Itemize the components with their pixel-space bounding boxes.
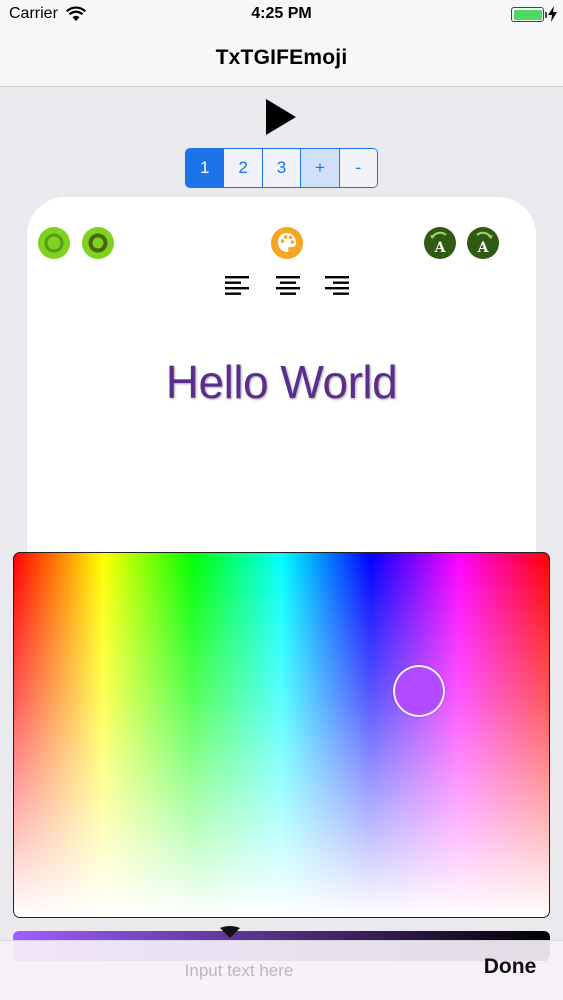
brightness-slider-thumb[interactable]	[220, 926, 240, 938]
add-segment-button[interactable]: +	[301, 149, 340, 187]
battery-icon	[511, 7, 547, 22]
svg-text:A: A	[434, 240, 447, 256]
svg-text:A: A	[477, 240, 490, 256]
palette-icon[interactable]	[270, 226, 304, 260]
play-icon[interactable]	[263, 97, 299, 137]
color-picker-handle[interactable]	[393, 665, 445, 717]
align-left-icon[interactable]	[225, 275, 249, 297]
text-input[interactable]	[20, 953, 458, 989]
charging-bolt-icon	[548, 6, 557, 22]
rotate-left-font-icon[interactable]: A	[423, 226, 457, 260]
align-center-icon[interactable]	[276, 275, 300, 297]
done-button[interactable]: Done	[470, 955, 550, 987]
segment-3[interactable]: 3	[262, 149, 302, 187]
status-time: 4:25 PM	[251, 5, 312, 22]
navigation-bar: TxTGIFEmoji	[0, 30, 563, 87]
color-picker-spectrum[interactable]	[13, 552, 550, 918]
page-segmented-control: 1 2 3 + -	[185, 148, 378, 188]
green-circle-icon[interactable]	[37, 226, 71, 260]
align-right-icon[interactable]	[325, 275, 349, 297]
segment-2[interactable]: 2	[224, 149, 263, 187]
status-bar: Carrier 4:25 PM	[0, 0, 563, 30]
remove-segment-button[interactable]: -	[339, 149, 377, 187]
rotate-right-font-icon[interactable]: A	[466, 226, 500, 260]
input-bar: Done	[0, 940, 563, 1000]
spectrum-saturation-overlay	[14, 553, 549, 917]
segment-1[interactable]: 1	[186, 149, 225, 187]
preview-text[interactable]: Hello World	[27, 355, 536, 409]
green-ring-icon[interactable]	[81, 226, 115, 260]
page-title: TxTGIFEmoji	[215, 46, 348, 69]
